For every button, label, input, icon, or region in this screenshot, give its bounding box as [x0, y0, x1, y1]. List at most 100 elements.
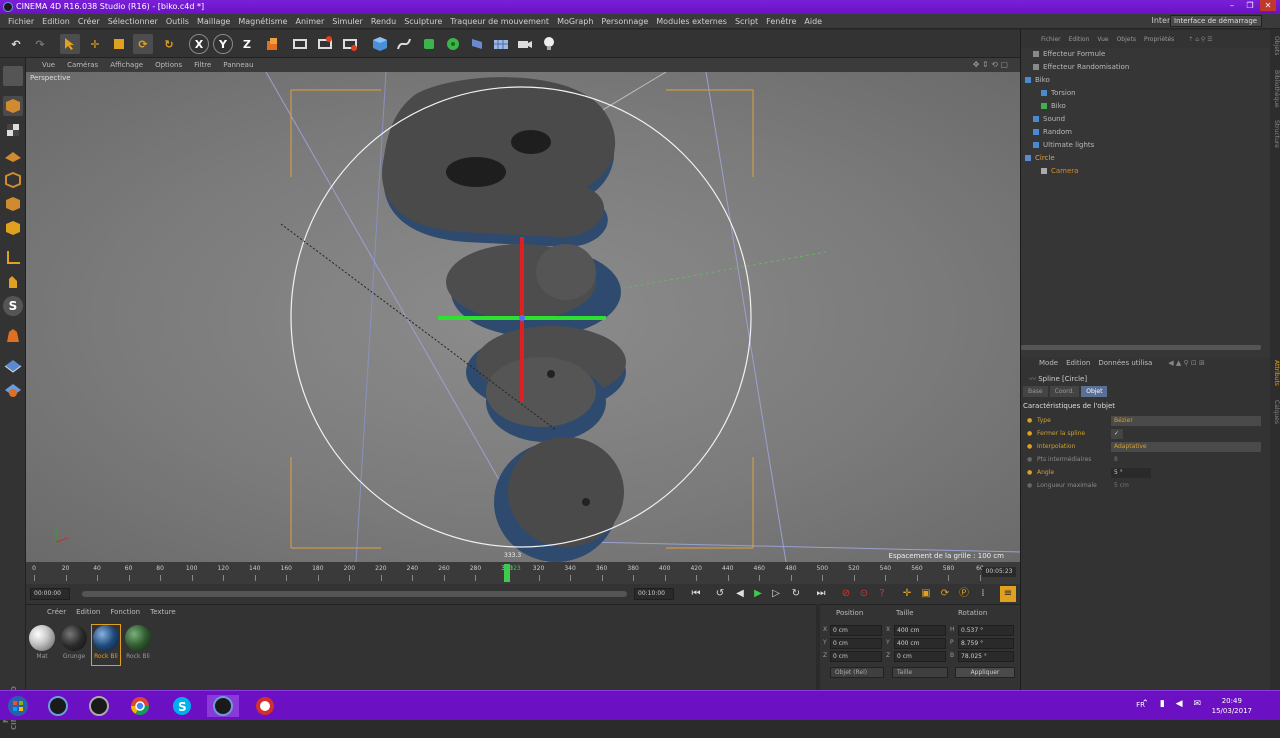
points-field[interactable]: 8 — [1111, 455, 1151, 465]
scale-tool-icon[interactable] — [109, 34, 129, 54]
attributes-menu-mode[interactable]: Mode — [1035, 359, 1062, 367]
object-item-selected[interactable]: Circle — [1025, 152, 1055, 164]
recent-tool-icon[interactable]: ↻ — [159, 34, 179, 54]
texture-mode-icon[interactable] — [3, 120, 23, 140]
timeline[interactable]: 0 20 40 60 80 100 120 140 160 180 200 220 240 260 280 3… — [26, 562, 1020, 584]
rotation-b-field[interactable]: 78.025 ° — [958, 651, 1014, 662]
objects-menu-proprietes[interactable]: Propriétés — [1140, 36, 1178, 43]
object-item[interactable]: Biko — [1025, 74, 1050, 86]
menu-rendu[interactable]: Rendu — [367, 17, 400, 26]
cinema4d-active-taskbar-icon[interactable] — [207, 695, 239, 717]
record-icon[interactable]: ⊘ — [838, 586, 854, 602]
timeline-menu-icon[interactable]: ≡ — [1000, 586, 1016, 602]
menu-simuler[interactable]: Simuler — [328, 17, 367, 26]
maximize-button[interactable]: ❐ — [1242, 0, 1258, 11]
make-editable-icon[interactable] — [3, 66, 23, 86]
side-tab-attributs[interactable]: Attributs — [1270, 360, 1280, 386]
side-tab-calques[interactable]: Calques — [1270, 400, 1280, 424]
object-list-scrollbar[interactable] — [1021, 345, 1261, 350]
material-menu-fonction[interactable]: Fonction — [105, 608, 145, 616]
menu-magnetisme[interactable]: Magnétisme — [234, 17, 291, 26]
viewport-menu-panneau[interactable]: Panneau — [217, 61, 259, 69]
interface-select[interactable]: Interface de démarrage — [1170, 15, 1262, 27]
attributes-menu-user-data[interactable]: Données utilisa — [1094, 359, 1156, 367]
menu-selectionner[interactable]: Sélectionner — [104, 17, 162, 26]
select-tool-icon[interactable] — [60, 34, 80, 54]
system-tray-icons[interactable]: ⌃ ▮ ◀ ✉ — [1141, 699, 1205, 709]
material-swatch[interactable]: Grunge — [60, 625, 88, 665]
tab-coord[interactable]: Coord. — [1049, 386, 1080, 397]
rotation-h-field[interactable]: 0.537 ° — [958, 625, 1014, 636]
taskbar-clock[interactable]: 20:49 15/03/2017 — [1212, 696, 1252, 716]
go-to-end-icon[interactable]: ⏭ — [813, 586, 829, 602]
apply-button[interactable]: Appliquer — [955, 667, 1015, 678]
points-mode-icon[interactable] — [3, 170, 23, 190]
deformer-icon[interactable] — [467, 34, 487, 54]
coordinate-system-icon[interactable] — [262, 34, 282, 54]
cinema4d-taskbar-icon[interactable] — [83, 695, 115, 717]
3d-viewport[interactable]: Perspective 333.3 Espacement de la grill… — [26, 72, 1020, 562]
side-tab-objets[interactable]: Objets — [1270, 36, 1280, 55]
objects-menu-edition[interactable]: Edition — [1065, 36, 1094, 43]
viewport-menu-cameras[interactable]: Caméras — [61, 61, 104, 69]
object-item[interactable]: Random — [1033, 126, 1072, 138]
menu-fenetre[interactable]: Fenêtre — [762, 17, 800, 26]
side-tab-bibliotheque[interactable]: Bibliothèque — [1270, 70, 1280, 108]
material-menu-texture[interactable]: Texture — [145, 608, 181, 616]
key-parameter-icon[interactable]: Ⓟ — [956, 586, 972, 602]
key-pla-icon[interactable]: ⁞ — [975, 586, 991, 602]
camera-icon[interactable] — [515, 34, 535, 54]
object-item[interactable]: Effecteur Randomisation — [1033, 61, 1129, 73]
object-search-icons[interactable]: ⇡ ⌂ ⚲ ☰ — [1184, 36, 1216, 43]
nurbs-generator-icon[interactable] — [419, 34, 439, 54]
viewport-menu-options[interactable]: Options — [149, 61, 188, 69]
go-to-start-icon[interactable]: ⏮ — [688, 586, 704, 602]
start-time-field[interactable]: 00:00:00 — [30, 588, 70, 600]
viewport-nav-icons[interactable]: ✥ ⇕ ⟲ ▢ — [967, 60, 1014, 69]
preview-range-slider[interactable] — [82, 591, 627, 597]
type-select[interactable]: Bézier — [1111, 416, 1261, 426]
object-item[interactable]: Torsion — [1041, 87, 1076, 99]
next-frame-icon[interactable]: ▷ — [768, 586, 784, 602]
model-mode-icon[interactable] — [3, 96, 23, 116]
size-x-field[interactable]: 400 cm — [894, 625, 946, 636]
locked-workplane-icon[interactable] — [3, 326, 23, 346]
size-z-field[interactable]: 0 cm — [894, 651, 946, 662]
side-tab-structure[interactable]: Structure — [1270, 120, 1280, 148]
menu-script[interactable]: Script — [731, 17, 762, 26]
coordinate-mode-select[interactable]: Objet (Rel) — [830, 667, 884, 678]
object-item[interactable]: Effecteur Formule — [1033, 48, 1105, 60]
render-picture-viewer-icon[interactable] — [315, 34, 335, 54]
material-swatch[interactable]: Rock Bli — [91, 624, 121, 666]
menu-creer[interactable]: Créer — [74, 17, 104, 26]
cinema4d-taskbar-icon[interactable] — [42, 695, 74, 717]
skype-icon[interactable]: S — [166, 695, 198, 717]
previous-frame-icon[interactable]: ◀ — [732, 586, 748, 602]
menu-maillage[interactable]: Maillage — [193, 17, 234, 26]
render-view-icon[interactable] — [290, 34, 310, 54]
menu-edition[interactable]: Edition — [38, 17, 74, 26]
menu-fichier[interactable]: Fichier — [4, 17, 38, 26]
menu-outils[interactable]: Outils — [162, 17, 193, 26]
rotate-tool-icon[interactable]: ⟳ — [133, 34, 153, 54]
workplane-icon[interactable] — [3, 144, 23, 164]
tab-objet[interactable]: Objet — [1081, 386, 1108, 397]
snap-icon[interactable]: S — [3, 296, 23, 316]
objects-menu-objets[interactable]: Objets — [1113, 36, 1140, 43]
z-axis-lock-button[interactable]: Z — [237, 34, 257, 54]
object-item[interactable]: Ultimate lights — [1033, 139, 1094, 151]
close-spline-checkbox[interactable]: ✓ — [1111, 429, 1123, 439]
previous-key-icon[interactable]: ↺ — [712, 586, 728, 602]
key-position-icon[interactable]: ✛ — [899, 586, 915, 602]
object-item[interactable]: Biko — [1041, 100, 1066, 112]
menu-traqueur[interactable]: Traqueur de mouvement — [446, 17, 553, 26]
material-menu-edition[interactable]: Edition — [71, 608, 105, 616]
planar-workplane-icon[interactable] — [3, 356, 23, 376]
environment-floor-icon[interactable] — [491, 34, 511, 54]
start-button[interactable] — [2, 695, 34, 717]
angle-field[interactable]: 5 ° — [1111, 468, 1151, 478]
play-icon[interactable]: ▶ — [750, 586, 766, 602]
viewport-menu-filtre[interactable]: Filtre — [188, 61, 217, 69]
redo-icon[interactable]: ↷ — [30, 34, 50, 54]
menu-modules-externes[interactable]: Modules externes — [652, 17, 731, 26]
